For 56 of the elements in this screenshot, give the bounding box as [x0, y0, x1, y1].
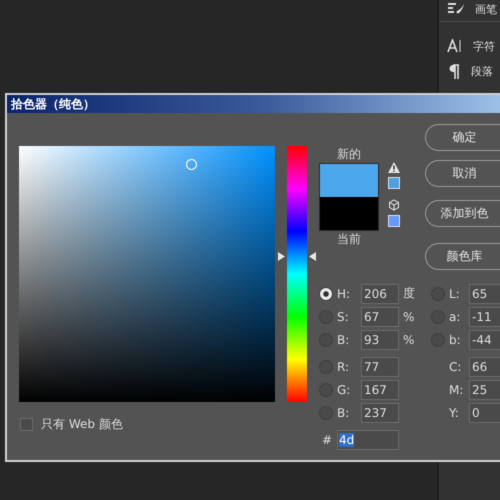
input-field[interactable]: 25: [469, 380, 500, 400]
input-field[interactable]: 93: [361, 330, 399, 350]
dialog-button[interactable]: 确定: [425, 124, 500, 151]
window-title: 拾色器（纯色）: [11, 96, 95, 112]
field-label: H:: [337, 286, 352, 300]
brush-icon: [447, 2, 465, 16]
input-field[interactable]: 65: [469, 284, 500, 304]
checkbox-label: 只有 Web 颜色: [41, 416, 123, 433]
field-label: L:: [449, 286, 461, 300]
current-label: 当前: [337, 231, 361, 248]
color-marker[interactable]: [186, 158, 197, 170]
input-field[interactable]: 66: [469, 356, 500, 376]
new-color-swatch: [319, 163, 379, 197]
paragraph-icon: [447, 64, 461, 78]
panel-item[interactable]: 段落: [471, 64, 493, 78]
field-label: Y:: [449, 406, 460, 420]
current-color-swatch: [319, 197, 379, 231]
slider-arrow-icon[interactable]: [309, 252, 316, 261]
input-field[interactable]: 77: [361, 356, 399, 376]
input-field[interactable]: -11: [469, 306, 500, 326]
warning-icon[interactable]: [388, 162, 400, 173]
color-field[interactable]: [19, 146, 275, 402]
input-field[interactable]: 167: [361, 380, 399, 400]
type-icon: [447, 39, 463, 53]
input-field[interactable]: -44: [469, 330, 500, 350]
hue-slider[interactable]: [278, 146, 316, 402]
checkbox[interactable]: [20, 418, 33, 431]
field-label: S:: [337, 310, 350, 324]
panel-item[interactable]: 字符: [473, 38, 495, 54]
input-field[interactable]: 67: [361, 306, 399, 326]
field-label: B:: [337, 332, 350, 346]
field-label: G:: [337, 382, 352, 396]
unit-label: %: [403, 310, 416, 324]
hex-input-field[interactable]: 4d: [337, 430, 399, 450]
unit-label: %: [403, 332, 416, 346]
field-label: C:: [449, 360, 462, 374]
panel-item[interactable]: 画笔: [475, 2, 497, 16]
gamut-swatch[interactable]: [388, 177, 400, 189]
input-field[interactable]: 237: [361, 402, 399, 422]
new-label: 新的: [337, 146, 361, 163]
field-label: R:: [337, 360, 350, 374]
field-label: b:: [449, 332, 462, 346]
hex-label: #: [321, 432, 333, 446]
dialog-button[interactable]: 颜色库: [425, 243, 500, 270]
input-field[interactable]: 206: [361, 284, 399, 304]
cube-icon[interactable]: [388, 199, 400, 211]
unit-label: 度: [403, 285, 416, 302]
field-label: B:: [337, 406, 350, 420]
field-label: M:: [449, 382, 464, 396]
field-label: a:: [449, 310, 462, 324]
dialog-button[interactable]: 添加到色: [425, 200, 500, 227]
input-field[interactable]: 0: [469, 402, 500, 422]
radio-button[interactable]: [319, 286, 333, 300]
dialog-button[interactable]: 取消: [425, 160, 500, 187]
web-color-swatch[interactable]: [388, 215, 400, 227]
slider-arrow-icon[interactable]: [278, 252, 285, 261]
